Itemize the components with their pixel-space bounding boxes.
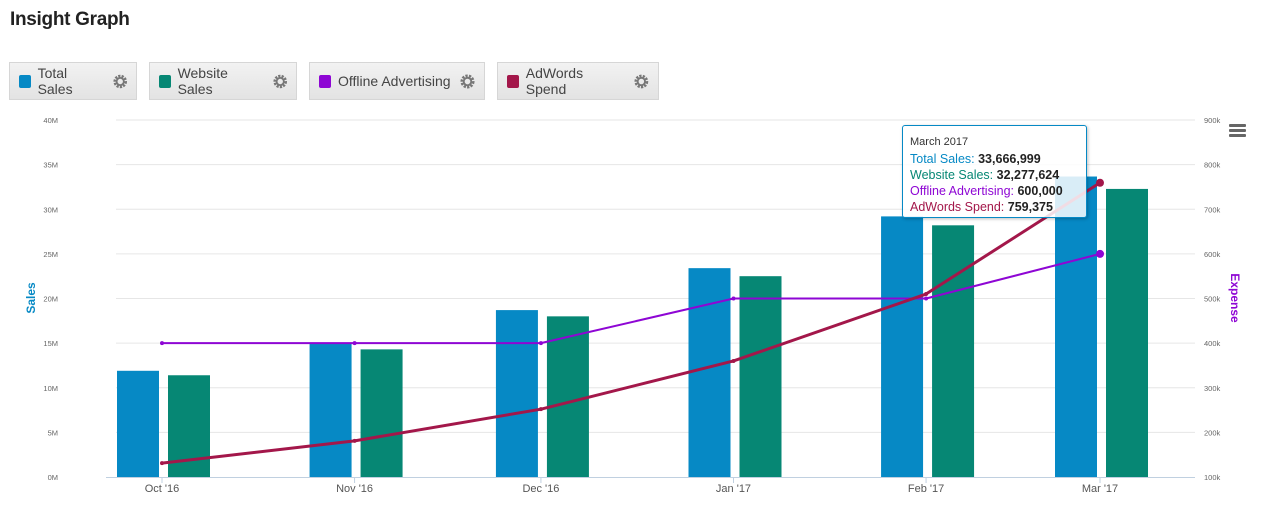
offline-advertising-point [352,341,357,346]
tooltip-row: Website Sales: 32,277,624 [910,168,1060,182]
x-tick-label: Jan '17 [716,483,751,495]
adwords-spend-point [731,358,736,363]
legend-label: AdWords Spend [525,65,584,97]
website-sales-bar [932,225,975,477]
adwords-spend-point [352,438,357,443]
x-tick-label: Mar '17 [1082,483,1118,495]
y-tick-label: 35M [43,161,58,170]
y2-tick-label: 100k [1204,473,1221,482]
legend-toggle-website-sales[interactable]: Website Sales [149,62,297,100]
website-sales-swatch [159,74,171,88]
offline-advertising-point [1096,249,1104,258]
y-axis-title: Sales [24,282,38,314]
y-tick-label: 5M [48,428,58,437]
adwords-spend-point [924,292,929,297]
offline-advertising-line [162,252,1101,345]
adwords-spend-line [161,181,1101,465]
x-tick-label: Dec '16 [522,483,559,495]
y2-tick-label: 700k [1204,205,1221,214]
legend-toggle-total-sales[interactable]: Total Sales [9,62,137,100]
tooltip-row: Total Sales: 33,666,999 [910,152,1041,166]
adwords-spend-point [160,461,164,466]
legend-toggle-offline-advertising[interactable]: Offline Advertising [309,62,485,100]
legend-label: Offline Advertising [338,73,451,89]
total-sales-bar [495,310,538,477]
y-tick-label: 15M [43,339,58,348]
y2-axis-title: Expense [1228,273,1242,323]
tooltip-row: Offline Advertising: 600,000 [910,184,1063,198]
website-sales-bar [739,276,782,477]
y2-tick-label: 200k [1204,428,1221,437]
total-sales-bar [117,370,159,477]
tooltip-header: March 2017 [910,136,969,148]
adwords-spend-point [538,407,543,412]
y2-tick-label: 300k [1204,384,1221,393]
y-tick-label: 30M [43,205,58,214]
legend-toggle-adwords-spend[interactable]: AdWords Spend [497,62,659,100]
offline-advertising-point [160,341,164,346]
x-tick-label: Oct '16 [145,483,180,495]
offline-advertising-swatch [319,74,331,88]
x-tick-label: Feb '17 [908,483,944,495]
y2-tick-label: 900k [1204,116,1221,125]
x-tick-label: Nov '16 [336,483,373,495]
tooltip: March 2017 Total Sales: 33,666,999 Websi… [902,125,1087,218]
legend-label: Total Sales [37,65,73,97]
total-sales-swatch [19,74,31,88]
y-tick-label: 10M [43,384,58,393]
legend-label: Website Sales [177,65,228,97]
y-tick-label: 20M [43,295,58,304]
y2-tick-label: 800k [1204,161,1221,170]
page-title: Insight Graph [10,9,130,30]
total-sales-bar [309,344,352,477]
total-sales-bar [688,268,731,477]
offline-advertising-point [538,341,543,346]
y-tick-label: 25M [43,250,58,259]
hamburger-menu-icon[interactable] [1229,124,1246,137]
offline-advertising-point [731,296,736,301]
gear-icon[interactable] [112,74,127,89]
y-tick-label: 0M [48,473,58,482]
website-sales-bar [360,349,403,477]
y-tick-label: 40M [43,116,58,125]
tooltip-row: AdWords Spend: 759,375 [910,200,1053,214]
website-sales-bar [546,316,589,477]
offline-advertising-point [924,296,929,301]
total-sales-bar [881,216,924,477]
adwords-spend-point [1096,178,1104,187]
y2-tick-label: 400k [1204,339,1221,348]
adwords-spend-swatch [507,74,519,88]
gear-icon[interactable] [634,74,649,89]
total-sales-bar [1055,176,1097,477]
website-sales-bar [168,375,210,477]
gear-icon[interactable] [272,74,287,89]
website-sales-bar [1106,188,1148,477]
y2-tick-label: 600k [1204,250,1221,259]
gear-icon[interactable] [460,73,475,89]
y2-tick-label: 500k [1204,295,1221,304]
